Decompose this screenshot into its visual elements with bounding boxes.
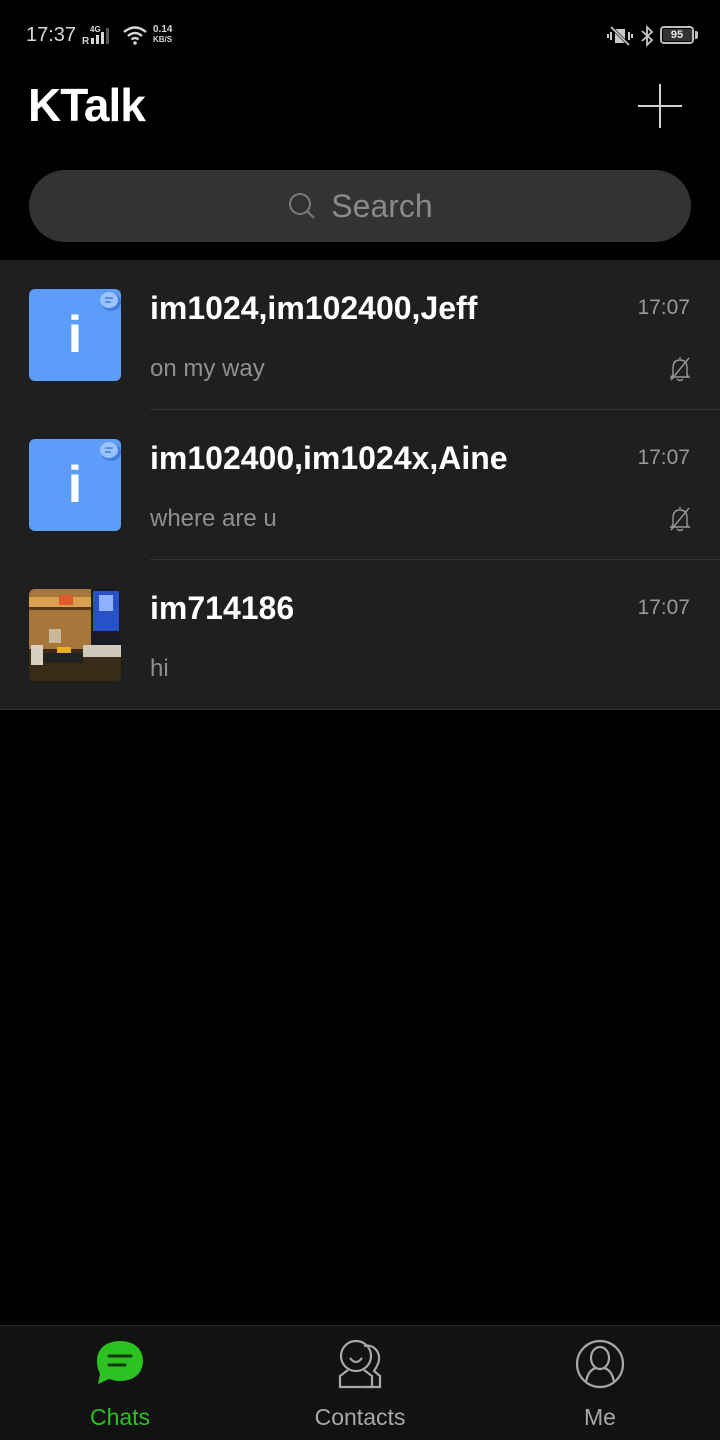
chat-name: im714186 (150, 590, 295, 626)
search-icon (289, 193, 316, 219)
chat-preview: where are u (150, 505, 277, 532)
cellular-signal-icon: R 4G (82, 25, 109, 46)
network-speed-value: 0.14 (153, 24, 173, 35)
chat-list-item[interactable]: im714186 17:07 hi (0, 560, 720, 710)
svg-text:R: R (82, 36, 90, 46)
bottom-nav: Chats Contacts Me (0, 1325, 720, 1440)
wifi-icon (123, 26, 147, 45)
tab-me[interactable]: Me (480, 1326, 720, 1440)
search-placeholder: Search (331, 187, 433, 224)
chat-preview: on my way (150, 355, 265, 382)
photo-avatar (29, 589, 121, 681)
avatar-photo (29, 589, 121, 681)
chat-preview: hi (150, 655, 169, 682)
tab-me-label: Me (584, 1404, 616, 1430)
tab-chats-label: Chats (89, 1404, 151, 1430)
battery-tip (695, 31, 698, 39)
chat-list-item[interactable]: i im1024,im102400,Jeff 17:07 on my way (0, 260, 720, 410)
status-time: 17:37 (26, 24, 77, 46)
vibrate-mute-icon (607, 25, 633, 47)
chat-bubble-icon (97, 1341, 143, 1384)
battery-indicator: 95 (660, 26, 694, 44)
profile-icon (575, 1339, 625, 1389)
add-button[interactable] (636, 82, 684, 130)
tab-contacts-label: Contacts (314, 1404, 406, 1430)
status-bar: 17:37 R 4G 0.14 KB/S 95 (0, 0, 720, 70)
bell-off-icon (669, 507, 691, 532)
chat-list: i im1024,im102400,Jeff 17:07 on my way i… (0, 260, 720, 710)
info-glyph: i (67, 456, 83, 514)
network-speed: 0.14 KB/S (153, 25, 172, 45)
battery-text: 95 (670, 29, 684, 41)
bluetooth-icon (641, 24, 654, 48)
contacts-icon (338, 1339, 382, 1389)
chat-name: im102400,im1024x,Aine (150, 440, 508, 476)
chat-list-item[interactable]: i im102400,im1024x,Aine 17:07 where are … (0, 410, 720, 560)
plus-icon (638, 84, 682, 128)
bell-off-icon (669, 357, 691, 382)
tab-chats[interactable]: Chats (0, 1326, 240, 1440)
group-chat-badge-icon (100, 292, 121, 311)
chat-time: 17:07 (637, 296, 690, 319)
network-speed-unit: KB/S (153, 35, 173, 44)
divider (0, 709, 720, 710)
svg-text:4G: 4G (90, 25, 101, 34)
tab-contacts[interactable]: Contacts (240, 1326, 480, 1440)
app-title: KTalk (28, 79, 146, 131)
info-glyph: i (67, 306, 83, 364)
chat-name: im1024,im102400,Jeff (150, 290, 478, 326)
chat-time: 17:07 (637, 596, 690, 619)
chat-time: 17:07 (637, 446, 690, 469)
search-input[interactable]: Search (29, 170, 691, 242)
group-chat-badge-icon (100, 442, 121, 461)
